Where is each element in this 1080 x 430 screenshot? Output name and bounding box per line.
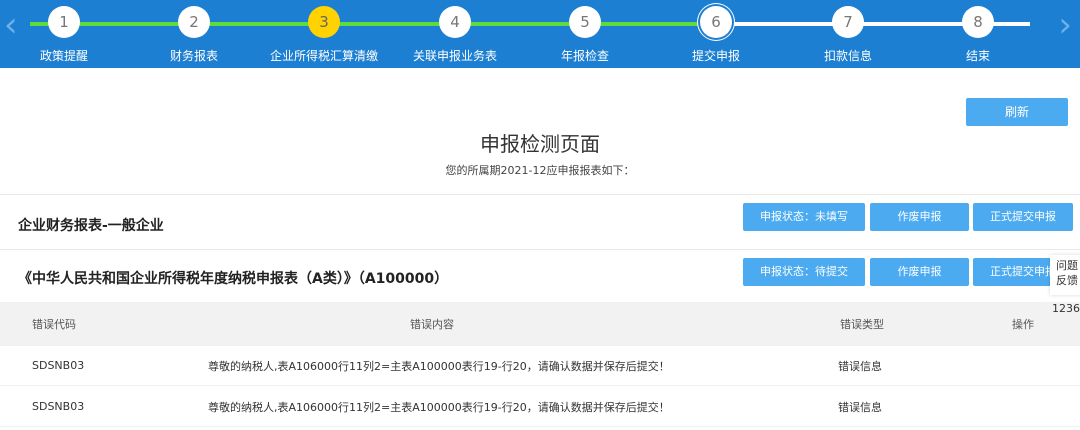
refresh-button[interactable]: 刷新 xyxy=(966,98,1068,126)
step-6[interactable]: 6 提交申报 xyxy=(656,6,776,64)
column-header-content: 错误内容 xyxy=(410,318,454,331)
step-label: 财务报表 xyxy=(169,49,218,63)
step-8[interactable]: 8 结束 xyxy=(918,6,1038,64)
feedback-widget[interactable]: 问题 反馈 xyxy=(1050,255,1080,295)
feedback-label-line2: 反馈 xyxy=(1056,274,1078,287)
report-row: 《中华人民共和国企业所得税年度纳税申报表（A类）》（A100000） 申报状态：… xyxy=(0,249,1080,301)
void-declaration-button[interactable]: 作废申报 xyxy=(870,203,969,231)
step-number: 1 xyxy=(48,6,80,38)
step-1[interactable]: 1 政策提醒 xyxy=(4,6,124,64)
column-header-type: 错误类型 xyxy=(840,318,884,331)
page-title: 申报检测页面 xyxy=(480,132,600,156)
step-5[interactable]: 5 年报检查 xyxy=(525,6,645,64)
error-code: SDSNB03 xyxy=(32,359,85,372)
step-label: 年报检查 xyxy=(560,49,609,63)
error-type: 错误信息 xyxy=(838,400,882,414)
feedback-label-line1: 问题 xyxy=(1056,259,1078,272)
step-number: 7 xyxy=(832,6,864,38)
step-3[interactable]: 3 企业所得税汇算清缴 xyxy=(264,6,384,64)
step-label: 结束 xyxy=(965,49,990,63)
chevron-right-icon[interactable]: › xyxy=(1058,8,1072,42)
declaration-status-button[interactable]: 申报状态：待提交 xyxy=(743,258,865,286)
step-2[interactable]: 2 财务报表 xyxy=(134,6,254,64)
report-name: 《中华人民共和国企业所得税年度纳税申报表（A类）》（A100000） xyxy=(18,271,449,287)
step-number: 4 xyxy=(439,6,471,38)
formal-submit-button[interactable]: 正式提交申报 xyxy=(973,203,1073,231)
step-label: 提交申报 xyxy=(691,49,740,63)
void-declaration-button[interactable]: 作废申报 xyxy=(870,258,969,286)
step-number: 8 xyxy=(962,6,994,38)
step-number: 6 xyxy=(700,6,732,38)
column-header-action: 操作 xyxy=(1012,318,1034,331)
step-number: 3 xyxy=(308,6,340,38)
report-row: 企业财务报表-一般企业 申报状态：未填写 作废申报 正式提交申报 xyxy=(0,194,1080,248)
error-table-header: 错误代码 错误内容 错误类型 操作 xyxy=(0,302,1080,346)
column-header-code: 错误代码 xyxy=(32,318,76,331)
page-subtitle: 您的所属期2021-12应申报报表如下： xyxy=(445,164,635,177)
table-row: SDSNB03 尊敬的纳税人,表A106000行11列2=主表A100000表行… xyxy=(0,346,1080,386)
step-number: 2 xyxy=(178,6,210,38)
step-label: 企业所得税汇算清缴 xyxy=(269,49,378,63)
table-row: SDSNB03 尊敬的纳税人,表A106000行11列2=主表A100000表行… xyxy=(0,387,1080,427)
step-4[interactable]: 4 关联申报业务表 xyxy=(395,6,515,64)
step-label: 扣款信息 xyxy=(823,49,872,63)
error-content: 尊敬的纳税人,表A106000行11列2=主表A100000表行19-行20，请… xyxy=(208,359,670,373)
error-type: 错误信息 xyxy=(838,359,882,373)
step-label: 政策提醒 xyxy=(39,49,88,63)
progress-stepper: ‹ 1 政策提醒 2 财务报表 3 企业所得税汇算清缴 4 关联申报业务表 5 … xyxy=(0,0,1080,68)
step-number: 5 xyxy=(569,6,601,38)
error-content: 尊敬的纳税人,表A106000行11列2=主表A100000表行19-行20，请… xyxy=(208,400,670,414)
step-7[interactable]: 7 扣款信息 xyxy=(788,6,908,64)
declaration-status-button[interactable]: 申报状态：未填写 xyxy=(743,203,865,231)
step-label: 关联申报业务表 xyxy=(412,49,497,63)
error-code: SDSNB03 xyxy=(32,400,85,413)
report-name: 企业财务报表-一般企业 xyxy=(18,218,164,234)
hotline-number: 1236 xyxy=(1052,302,1080,315)
